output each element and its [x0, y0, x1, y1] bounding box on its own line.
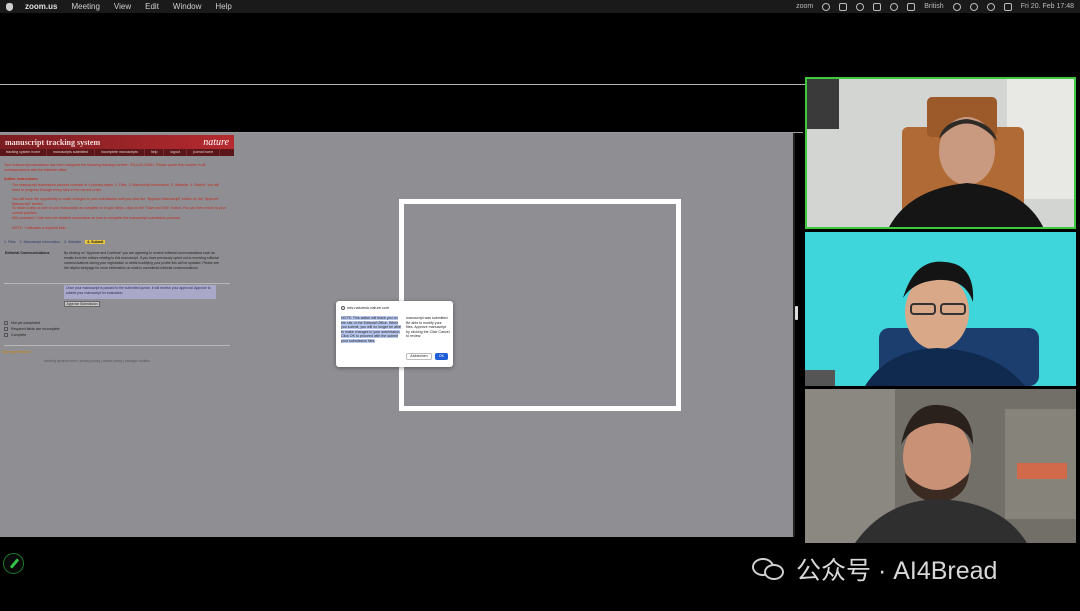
step-website[interactable]: 3. Website: [64, 240, 81, 244]
wifi-icon[interactable]: [952, 2, 961, 11]
dialog-message-text: NOTE: This action will leave you on the …: [341, 316, 401, 343]
nav-incomplete-manuscripts[interactable]: incomplete manuscripts: [95, 149, 145, 156]
annotate-button[interactable]: [3, 553, 24, 574]
footer-links[interactable]: tracking system home | privacy policy | …: [44, 359, 150, 363]
footer-divider: [4, 345, 230, 346]
manuscript-header: manuscript tracking system nature: [0, 135, 234, 149]
manuscript-nav: tracking system home manuscripts submitt…: [0, 149, 234, 156]
divider: [4, 283, 230, 284]
step-manuscript-info[interactable]: 2. Manuscript Information: [20, 240, 61, 244]
step-submit[interactable]: 4. Submit: [85, 240, 106, 244]
share-toolbar-divider: [0, 84, 805, 85]
wechat-icon: [750, 554, 788, 584]
battery-icon[interactable]: [1003, 2, 1012, 11]
approve-submission-button[interactable]: Approve Submission: [64, 301, 100, 307]
split-resize-handle[interactable]: [795, 306, 798, 320]
menu-help[interactable]: Help: [215, 2, 231, 11]
search-icon[interactable]: [969, 2, 978, 11]
nature-logo: nature: [203, 136, 229, 148]
user-icon[interactable]: [986, 2, 995, 11]
menu-app-zoom[interactable]: zoom.us: [25, 2, 57, 11]
participant-3-video: [805, 389, 1076, 543]
dialog-header: mts-natureuk.nature.com: [341, 306, 389, 310]
warning-icon: [4, 327, 8, 332]
people-icon[interactable]: [856, 2, 865, 11]
tracking-number-notice: Your manuscript submission has been assi…: [4, 163, 206, 172]
legend-required-incomplete: Required fields are incomplete: [11, 327, 60, 331]
wechat-watermark: 公众号 · AI4Bread: [750, 551, 997, 587]
share-edge: [793, 133, 795, 537]
editorial-communications-label: Editorial Communications: [5, 251, 50, 255]
menu-view[interactable]: View: [114, 2, 131, 11]
menu-bar: zoom.us Meeting View Edit Window Help zo…: [0, 0, 1080, 13]
dialog-message-right: manuscript was submitted. Be able to mod…: [406, 316, 450, 338]
legend-not-completed: Not yet completed: [11, 321, 40, 325]
pencil-icon: [9, 558, 20, 569]
complete-icon: [4, 333, 8, 338]
dropbox-icon[interactable]: [873, 2, 882, 11]
menu-meeting[interactable]: Meeting: [71, 2, 99, 11]
menubar-clock[interactable]: Fri 20. Feb 17:48: [1021, 3, 1074, 10]
keyboard-icon[interactable]: [907, 2, 916, 11]
manuscript-tracking-title: manuscript tracking system: [5, 137, 101, 147]
video-tile-participant-3[interactable]: [805, 389, 1076, 543]
participant-2-video: [805, 232, 1076, 386]
dialog-message: NOTE: This action will leave you on the …: [341, 316, 401, 343]
menu-window[interactable]: Window: [173, 2, 201, 11]
step-files[interactable]: 1. Files: [4, 240, 16, 244]
record-icon[interactable]: [822, 2, 831, 11]
nav-tracking-home[interactable]: tracking system home: [0, 149, 48, 156]
screen-icon[interactable]: [839, 2, 848, 11]
menubar-status-area: zoom British Fri 20. Feb 17:48: [796, 2, 1074, 11]
nav-logout[interactable]: logout: [164, 149, 187, 156]
approval-notice: Once your manuscript is passed to the su…: [64, 285, 216, 299]
volume-icon[interactable]: [890, 2, 899, 11]
editorial-communications-text: By clicking on "Approve and Continue" yo…: [64, 251, 220, 270]
legend-complete: Complete: [11, 333, 27, 337]
springer-nature-logo: SpringerNature: [2, 349, 32, 354]
input-source-label[interactable]: British: [924, 3, 943, 10]
shared-webpage: manuscript tracking system nature tracki…: [0, 133, 234, 537]
confirm-dialog: mts-natureuk.nature.com NOTE: This actio…: [336, 301, 453, 367]
nav-help[interactable]: help: [145, 149, 165, 156]
incomplete-icon: [4, 321, 8, 326]
apple-icon[interactable]: [6, 2, 13, 11]
dialog-cancel-button[interactable]: Abbrechen: [406, 353, 432, 360]
instructions-title: Author Instructions:: [4, 177, 39, 181]
dialog-ok-button[interactable]: OK: [435, 353, 448, 360]
participant-1-video: [807, 79, 1074, 227]
submission-steps: 1. Files 2. Manuscript Information 3. We…: [4, 240, 106, 244]
globe-icon: [341, 306, 345, 310]
dialog-domain: mts-natureuk.nature.com: [347, 306, 390, 310]
shared-screen: manuscript tracking system nature tracki…: [0, 133, 795, 537]
nav-journal-home[interactable]: journal home: [187, 149, 221, 156]
watermark-text: 公众号 · AI4Bread: [796, 557, 998, 585]
video-tile-participant-2[interactable]: [805, 232, 1076, 386]
instruction-3: To leave a step or part of your manuscri…: [12, 206, 226, 215]
zoom-status-label[interactable]: zoom: [796, 3, 813, 10]
instruction-5: NOTE: * Indicates a required field: [12, 226, 66, 230]
video-tile-participant-1[interactable]: [805, 77, 1076, 229]
menu-edit[interactable]: Edit: [145, 2, 159, 11]
instruction-1: The manuscript submission process consis…: [12, 183, 220, 192]
nav-manuscripts-submitted[interactable]: manuscripts submitted: [47, 149, 96, 156]
status-legend: Not yet completed Required fields are in…: [4, 320, 60, 338]
instruction-4: Still confused? Click here for detailed …: [12, 216, 181, 220]
